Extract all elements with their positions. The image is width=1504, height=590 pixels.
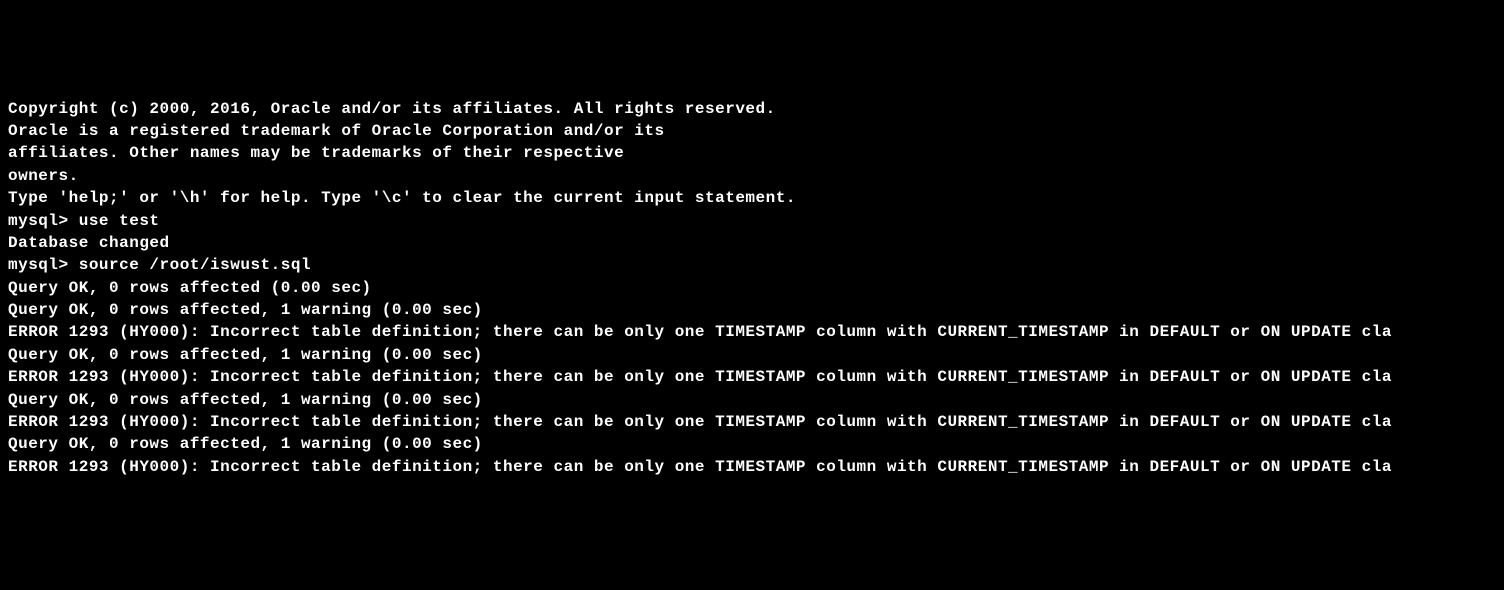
terminal-line: Query OK, 0 rows affected, 1 warning (0.… bbox=[8, 389, 1496, 411]
terminal-line: Query OK, 0 rows affected, 1 warning (0.… bbox=[8, 299, 1496, 321]
terminal-prompt-line: mysql> use test bbox=[8, 210, 1496, 232]
terminal-line: Query OK, 0 rows affected (0.00 sec) bbox=[8, 277, 1496, 299]
terminal-prompt-line: mysql> source /root/iswust.sql bbox=[8, 254, 1496, 276]
terminal-line: Oracle is a registered trademark of Orac… bbox=[8, 120, 1496, 142]
terminal-line: Query OK, 0 rows affected, 1 warning (0.… bbox=[8, 433, 1496, 455]
terminal-error-line: ERROR 1293 (HY000): Incorrect table defi… bbox=[8, 321, 1496, 343]
terminal-error-line: ERROR 1293 (HY000): Incorrect table defi… bbox=[8, 456, 1496, 478]
terminal-line: affiliates. Other names may be trademark… bbox=[8, 142, 1496, 164]
terminal-line: Copyright (c) 2000, 2016, Oracle and/or … bbox=[8, 98, 1496, 120]
terminal-error-line: ERROR 1293 (HY000): Incorrect table defi… bbox=[8, 411, 1496, 433]
terminal-error-line: ERROR 1293 (HY000): Incorrect table defi… bbox=[8, 366, 1496, 388]
terminal-output[interactable]: Copyright (c) 2000, 2016, Oracle and/or … bbox=[8, 98, 1496, 479]
terminal-line: Database changed bbox=[8, 232, 1496, 254]
terminal-line: owners. bbox=[8, 165, 1496, 187]
terminal-line: Type 'help;' or '\h' for help. Type '\c'… bbox=[8, 187, 1496, 209]
terminal-line: Query OK, 0 rows affected, 1 warning (0.… bbox=[8, 344, 1496, 366]
